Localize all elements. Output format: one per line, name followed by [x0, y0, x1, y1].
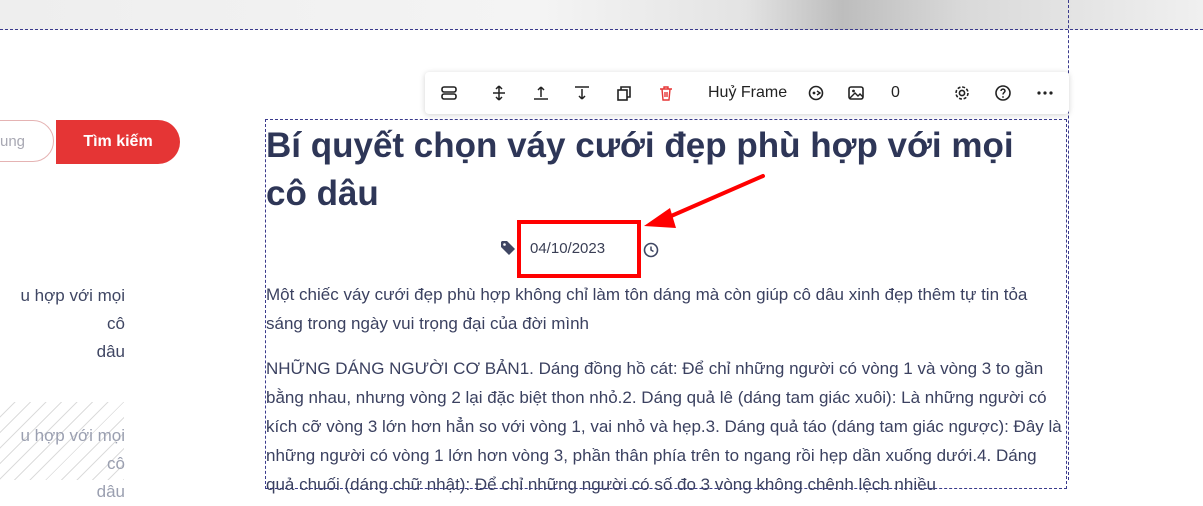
- annotation-highlight: [517, 220, 641, 278]
- section-divider: [0, 29, 1203, 30]
- banner-image: [0, 0, 1203, 30]
- help-icon[interactable]: [993, 83, 1013, 103]
- duplicate-icon[interactable]: [614, 83, 634, 103]
- cancel-frame-button[interactable]: Huỷ Frame: [708, 83, 787, 103]
- move-down-icon[interactable]: [572, 83, 592, 103]
- search-placeholder: ung: [0, 133, 26, 150]
- image-count: 0: [891, 84, 900, 101]
- mask-icon[interactable]: [806, 83, 826, 103]
- frame-guide-line: [1068, 0, 1069, 480]
- search-button[interactable]: Tìm kiếm: [56, 120, 180, 164]
- more-icon[interactable]: [1035, 83, 1055, 103]
- tag-icon: [500, 240, 516, 256]
- related-post-title[interactable]: u hợp với mọi cô dâu: [0, 282, 126, 366]
- annotation-arrow: [644, 174, 765, 228]
- image-icon[interactable]: [846, 83, 866, 103]
- layout-icon[interactable]: [439, 83, 459, 103]
- article-intro: Một chiếc váy cưới đẹp phù hợp không chỉ…: [266, 285, 1028, 333]
- article-body: NHỮNG DÁNG NGƯỜI CƠ BẢN1. Dáng đồng hồ c…: [266, 359, 1062, 494]
- editor-toolbar: Huỷ Frame 0: [425, 72, 1069, 114]
- move-vertical-icon[interactable]: [489, 83, 509, 103]
- trash-icon[interactable]: [656, 83, 676, 103]
- clock-icon: [643, 242, 659, 258]
- related-post-title[interactable]: u hợp với mọi cô dâu: [0, 422, 126, 506]
- move-up-icon[interactable]: [531, 83, 551, 103]
- gear-icon[interactable]: [952, 83, 972, 103]
